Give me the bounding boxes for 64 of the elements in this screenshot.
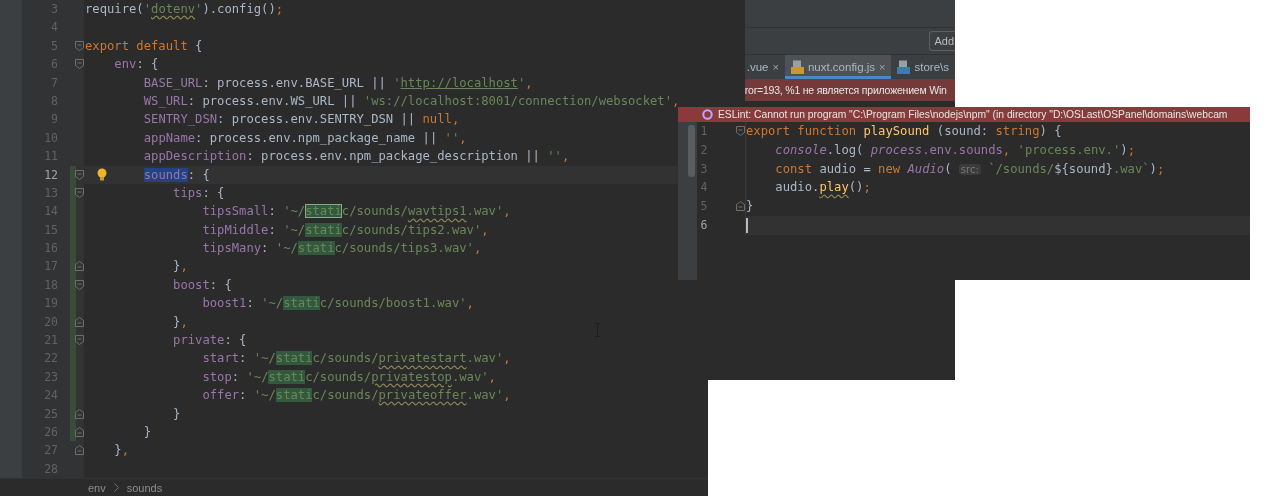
code-line: appName: process.env.npm_package_name || '', [142, 129, 467, 147]
line-number: 4 [699, 179, 709, 197]
fold-marker-icon[interactable] [75, 445, 84, 456]
code-line: }, [172, 313, 188, 331]
editor-tab[interactable]: .vue × [744, 55, 785, 79]
lightbulb-icon[interactable] [97, 167, 107, 181]
file-icon [790, 60, 804, 74]
fold-marker-icon[interactable] [75, 40, 84, 51]
close-icon[interactable]: × [772, 61, 779, 73]
code-line: WS_URL: process.env.WS_URL || 'ws://localhost:8001/connection/websocket', [142, 92, 680, 110]
close-icon[interactable]: × [879, 61, 886, 73]
status-circle-icon [702, 109, 713, 120]
code-line: tipsMany: '~/static/sounds/tips3.wav', [201, 240, 482, 258]
code-line: boost1: '~/static/sounds/boost1.wav', [201, 295, 474, 313]
code-line: boost: { [172, 276, 232, 294]
code-line: private: { [172, 332, 247, 350]
add-button[interactable]: Add [929, 31, 955, 51]
code-line: BASE_URL: process.env.BASE_URL || 'http://localhost', [142, 74, 533, 92]
code-line: audio.play(); [774, 179, 872, 197]
fold-marker-icon[interactable] [75, 261, 84, 272]
code-line: stop: '~/static/sounds/privatestop.wav', [201, 368, 496, 386]
code-line: env: { [113, 56, 159, 74]
scrollbar-thumb[interactable] [688, 125, 695, 177]
chevron-icon [113, 483, 119, 493]
fold-marker-icon[interactable] [75, 59, 84, 70]
code-line: }, [113, 442, 130, 460]
fold-marker-icon[interactable] [75, 316, 84, 327]
code-line: tipMiddle: '~/static/sounds/tips2.wav', [201, 221, 489, 239]
fold-marker-icon[interactable] [75, 335, 84, 346]
breadcrumb-item[interactable]: env [88, 481, 106, 494]
code-line: } [142, 424, 152, 441]
code-line: const audio = new Audio( src: `/sounds/${sound}.wav`); [774, 160, 1166, 178]
fold-marker-icon[interactable] [75, 427, 84, 437]
fold-marker-icon[interactable] [75, 187, 84, 198]
code-line: } [746, 198, 755, 216]
code-line: tips: { [172, 184, 225, 202]
code-line: } [172, 405, 181, 423]
line-number: 3 [699, 160, 709, 178]
fold-marker-icon[interactable] [736, 201, 745, 212]
code-line: offer: '~/static/sounds/privateoffer.wav', [201, 387, 511, 405]
code-line: start: '~/static/sounds/privatestart.wav', [201, 350, 511, 368]
line-number: 1 [699, 123, 709, 140]
code-line: tipsSmall: '~/static/sounds/wavtips1.wav', [201, 203, 511, 221]
code-line: }, [172, 258, 188, 276]
line-number: 12 [43, 166, 59, 184]
error-message: ESLint: Cannot run program "C:\Program Files\nodejs\npm" (in directory "D:\OSLast\OSPanel\domains\webcam [718, 109, 1228, 120]
file-icon [897, 60, 911, 74]
line-number: 6 [699, 217, 709, 234]
fold-marker-icon[interactable] [75, 279, 84, 290]
code-line: export default { [84, 37, 203, 55]
line-number: 2 [699, 141, 709, 159]
editor-tab[interactable]: nuxt.config.js × [784, 55, 892, 79]
code-line: export function playSound (sound: string) { [746, 123, 1063, 140]
breadcrumb-item[interactable]: sounds [126, 481, 163, 494]
code-line: appDescription: process.env.npm_package_description || '', [142, 148, 570, 166]
code-line: require('dotenv').config(); [84, 1, 284, 18]
line-number: 5 [699, 198, 709, 216]
editor-tab[interactable]: store\s [891, 55, 955, 79]
fold-marker-icon[interactable] [736, 126, 745, 136]
code-line: console.log( process.env.sounds, 'process.env.'); [774, 141, 1136, 159]
fold-marker-icon[interactable] [75, 408, 84, 419]
error-banner: ror=193, %1 не является приложением Win [744, 79, 955, 101]
fold-marker-icon[interactable] [75, 169, 84, 180]
code-line: SENTRY_DSN: process.env.SENTRY_DSN || null, [142, 111, 460, 129]
